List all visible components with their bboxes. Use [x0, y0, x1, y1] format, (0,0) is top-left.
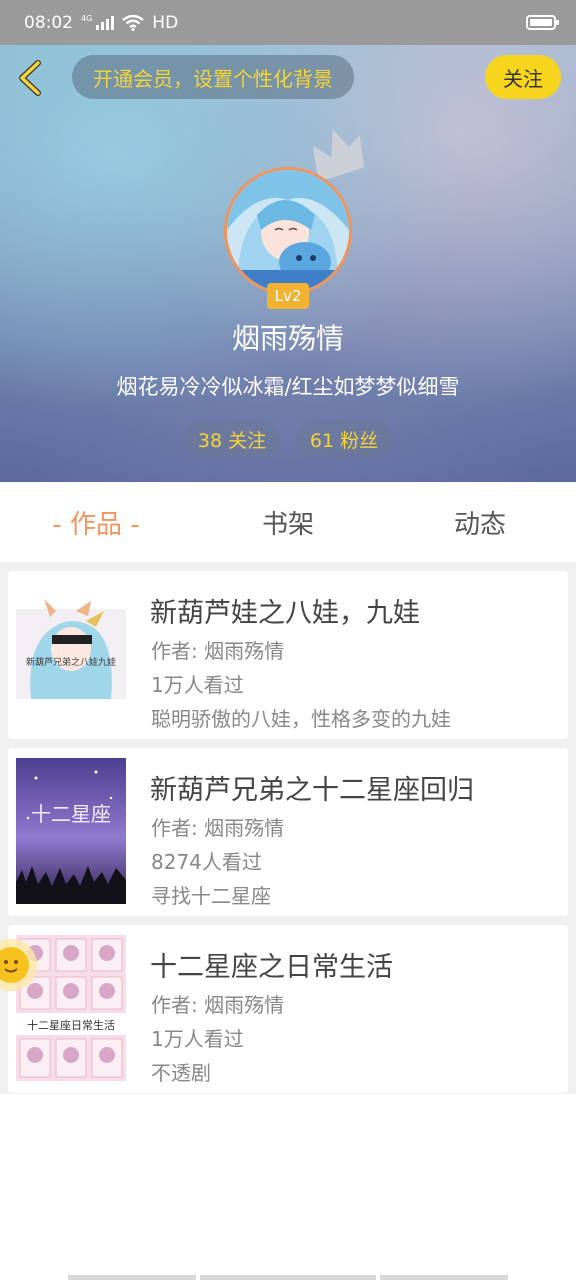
- hd-label: HD: [152, 12, 179, 33]
- tab-works[interactable]: - 作品 -: [0, 482, 192, 562]
- profile-header: 开通会员，设置个性化背景 关注 Lv2 烟雨殇情 烟花易冷冷似冰霜/红尘如梦梦似…: [0, 45, 576, 482]
- work-author: 作者: 烟雨殇情: [151, 639, 285, 663]
- work-author: 作者: 烟雨殇情: [151, 816, 285, 840]
- avatar[interactable]: [224, 167, 352, 295]
- following-count-button[interactable]: 38 关注: [184, 420, 280, 458]
- follow-button[interactable]: 关注: [485, 55, 561, 99]
- crown-icon: [313, 129, 365, 179]
- work-description: 不透剧: [151, 1061, 211, 1085]
- work-cover: 新葫芦兄弟之八娃九娃: [16, 581, 126, 727]
- floating-sun-icon[interactable]: [0, 938, 38, 992]
- cover-title-text: 十二星座: [31, 802, 111, 826]
- fans-count-button[interactable]: 61 粉丝: [296, 420, 392, 458]
- work-title: 新葫芦娃之八娃，九娃: [150, 598, 420, 629]
- work-cover: 十二星座: [16, 758, 126, 904]
- work-card[interactable]: 十二星座 新葫芦兄弟之十二星座回归 作者: 烟雨殇情 8274人看过 寻找十二星…: [8, 748, 568, 916]
- status-time: 08:02: [24, 12, 73, 33]
- level-badge: Lv2: [267, 283, 309, 309]
- work-card[interactable]: 十二星座日常生活 十二星座之日常生活 作者: 烟雨殇情 1万人看过 不透剧: [8, 925, 568, 1093]
- work-title: 十二星座之日常生活: [150, 952, 393, 983]
- cover-title-text: 十二星座日常生活: [27, 1019, 115, 1032]
- status-bar: 08:02 4G HD: [0, 0, 576, 45]
- back-icon[interactable]: [14, 59, 44, 97]
- tab-bookshelf[interactable]: 书架: [192, 482, 384, 562]
- work-description: 寻找十二星座: [151, 884, 271, 908]
- wifi-icon: [122, 14, 145, 31]
- signal-icon: [96, 15, 115, 30]
- work-views: 8274人看过: [151, 850, 262, 874]
- work-views: 1万人看过: [151, 1027, 244, 1051]
- works-list: 新葫芦兄弟之八娃九娃 新葫芦娃之八娃，九娃 作者: 烟雨殇情 1万人看过 聪明骄…: [0, 562, 576, 1094]
- tab-activity[interactable]: 动态: [384, 482, 576, 562]
- battery-icon: [526, 15, 559, 30]
- cover-title-text: 新葫芦兄弟之八娃九娃: [25, 658, 116, 668]
- work-card[interactable]: 新葫芦兄弟之八娃九娃 新葫芦娃之八娃，九娃 作者: 烟雨殇情 1万人看过 聪明骄…: [8, 571, 568, 739]
- nickname: 烟雨殇情: [231, 322, 344, 355]
- vip-background-button[interactable]: 开通会员，设置个性化背景: [72, 55, 354, 99]
- work-description: 聪明骄傲的八娃，性格多变的九娃: [151, 707, 451, 731]
- profile-tabs: - 作品 - 书架 动态: [0, 482, 576, 562]
- bottom-gesture-bar: [68, 1275, 508, 1280]
- work-author: 作者: 烟雨殇情: [151, 993, 285, 1017]
- network-type: 4G: [81, 13, 93, 23]
- avatar-image: [227, 170, 349, 292]
- signature: 烟花易冷冷似冰霜/红尘如梦梦似细雪: [116, 375, 460, 399]
- work-title: 新葫芦兄弟之十二星座回归: [150, 775, 474, 806]
- work-views: 1万人看过: [151, 673, 244, 697]
- status-left: 08:02 4G HD: [24, 13, 178, 33]
